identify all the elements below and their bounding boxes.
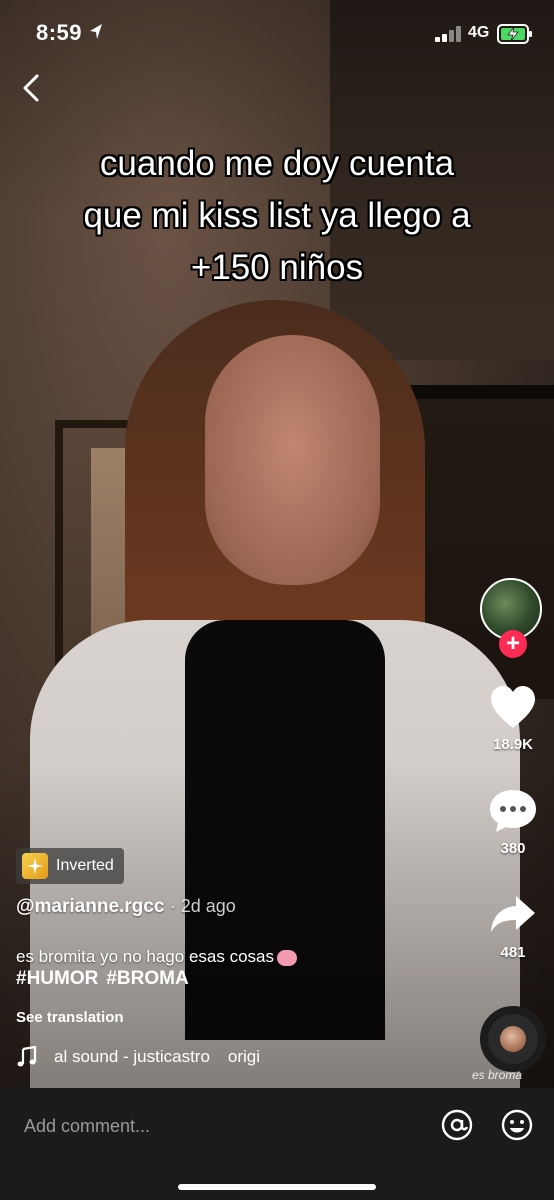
caption-line: que mi kiss list ya llego a bbox=[83, 196, 471, 235]
comment-bubble-icon bbox=[490, 790, 536, 832]
signal-icon bbox=[435, 26, 461, 42]
sound-cover-avatar bbox=[500, 1026, 526, 1052]
network-type: 4G bbox=[468, 24, 490, 41]
hashtag-link[interactable]: #BROMA bbox=[106, 968, 188, 989]
share-count: 481 bbox=[500, 944, 526, 961]
description-text: es bromita yo no hago esas cosas bbox=[16, 947, 274, 966]
location-arrow-icon bbox=[90, 24, 102, 39]
hashtags: #HUMOR #BROMA bbox=[16, 968, 197, 990]
effect-badge[interactable]: Inverted bbox=[16, 848, 124, 884]
author-line: @marianne.rgcc · 2d ago bbox=[16, 896, 236, 918]
heart-icon bbox=[491, 686, 535, 728]
effect-label: Inverted bbox=[56, 857, 114, 874]
sound-name: al sound - justicastro origi bbox=[54, 1047, 261, 1066]
effect-sparkle-icon bbox=[22, 853, 48, 879]
sound-disc-button[interactable] bbox=[480, 1006, 546, 1072]
home-indicator[interactable] bbox=[178, 1184, 376, 1190]
post-age: · 2d ago bbox=[169, 896, 236, 916]
follow-button[interactable]: + bbox=[499, 630, 527, 658]
comment-count: 380 bbox=[500, 840, 526, 857]
username-link[interactable]: @marianne.rgcc bbox=[16, 896, 164, 917]
hashtag-link[interactable]: #HUMOR bbox=[16, 968, 98, 989]
comment-button[interactable]: 380 bbox=[484, 788, 542, 857]
tiktok-video-screen: 8:59 4G cuando me doy cuenta que mi kiss… bbox=[0, 0, 554, 1200]
status-bar: 8:59 4G bbox=[0, 0, 554, 66]
smiley-icon[interactable] bbox=[500, 1108, 534, 1142]
like-count: 18.9K bbox=[492, 736, 534, 753]
video-caption-overlay: cuando me doy cuenta que mi kiss list ya… bbox=[20, 138, 534, 294]
disc-sound-label: es broma bbox=[472, 1068, 523, 1082]
share-button[interactable]: 481 bbox=[484, 892, 542, 961]
back-chevron-icon[interactable] bbox=[14, 70, 50, 106]
music-note-icon bbox=[17, 1046, 37, 1067]
share-arrow-icon bbox=[491, 896, 535, 932]
comment-input[interactable] bbox=[22, 1110, 406, 1142]
at-sign-icon[interactable] bbox=[440, 1108, 474, 1142]
status-time: 8:59 bbox=[36, 20, 83, 45]
battery-charging-icon bbox=[497, 24, 532, 44]
caption-line: +150 niños bbox=[190, 248, 364, 287]
post-description: es bromita yo no hago esas cosas bbox=[16, 944, 456, 970]
caption-line: cuando me doy cuenta bbox=[99, 144, 455, 183]
see-translation-link[interactable]: See translation bbox=[16, 1009, 124, 1026]
emoji-icon bbox=[276, 949, 297, 966]
like-button[interactable]: 18.9K bbox=[484, 684, 542, 753]
sound-row[interactable]: al sound - justicastro origi bbox=[16, 1043, 306, 1071]
